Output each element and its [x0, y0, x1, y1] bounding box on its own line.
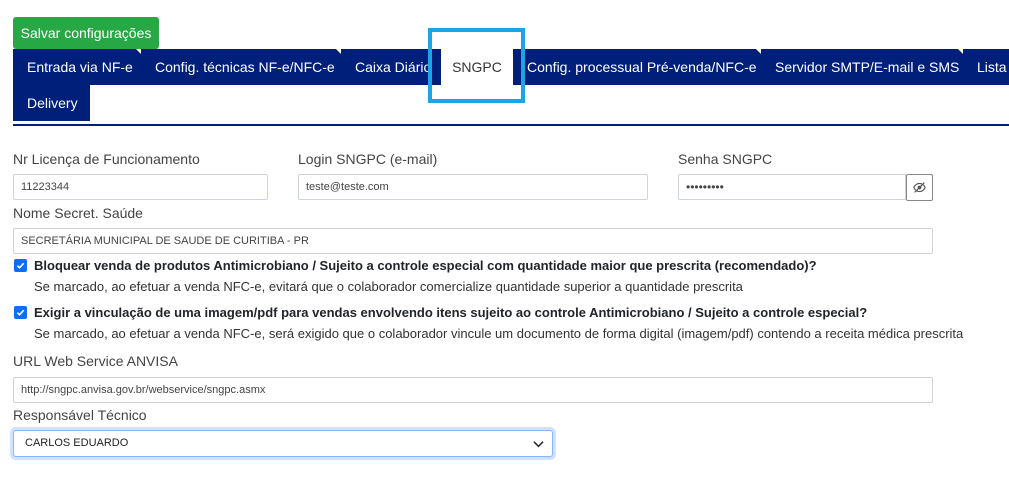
senha-label: Senha SNGPC: [678, 151, 773, 167]
check-icon: [16, 262, 25, 269]
exigir-imagem-description: Se marcado, ao efetuar a venda NFC-e, se…: [34, 326, 964, 341]
chevron-down-icon: [533, 441, 544, 448]
tabs-divider: [13, 124, 1009, 126]
bloquear-venda-description: Se marcado, ao efetuar a venda NFC-e, ev…: [34, 279, 743, 294]
login-input[interactable]: teste@teste.com: [298, 174, 648, 200]
check-icon: [16, 309, 25, 316]
exigir-imagem-title: Exigir a vinculação de uma imagem/pdf pa…: [34, 305, 868, 320]
secretaria-label: Nome Secret. Saúde: [13, 205, 143, 221]
tab-label: Config. técnicas NF-e/NFC-e: [155, 59, 335, 75]
bloquear-venda-title: Bloquear venda de produtos Antimicrobian…: [34, 258, 817, 273]
tab-label: Lista A: [977, 59, 1009, 75]
eye-slash-icon: [913, 182, 926, 193]
tab-config-tecnicas[interactable]: Config. técnicas NF-e/NFC-e: [141, 49, 341, 85]
licenca-label: Nr Licença de Funcionamento: [13, 151, 200, 167]
tab-lista[interactable]: Lista A: [963, 49, 1009, 85]
tab-caixa-diario[interactable]: Caixa Diário: [341, 49, 441, 85]
tab-label: Caixa Diário: [355, 59, 432, 75]
tab-label: Entrada via NF-e: [27, 59, 133, 75]
tab-label: Servidor SMTP/E-mail e SMS: [775, 59, 960, 75]
tab-servidor-smtp[interactable]: Servidor SMTP/E-mail e SMS: [761, 49, 963, 85]
login-label: Login SNGPC (e-mail): [298, 151, 438, 167]
tab-config-processual[interactable]: Config. processual Pré-venda/NFC-e: [513, 49, 761, 85]
url-label: URL Web Service ANVISA: [13, 353, 178, 369]
licenca-input[interactable]: 11223344: [13, 174, 268, 200]
tab-delivery[interactable]: Delivery: [13, 85, 90, 121]
bloquear-venda-checkbox[interactable]: [14, 259, 27, 272]
save-settings-button[interactable]: Salvar configurações: [13, 17, 159, 49]
tab-entrada-nfe[interactable]: Entrada via NF-e: [13, 49, 141, 85]
toggle-password-button[interactable]: [906, 174, 933, 201]
url-input[interactable]: http://sngpc.anvisa.gov.br/webservice/sn…: [13, 377, 933, 403]
responsavel-select[interactable]: CARLOS EDUARDO: [13, 430, 553, 457]
secretaria-input[interactable]: SECRETÁRIA MUNICIPAL DE SAUDE DE CURITIB…: [13, 228, 933, 254]
tab-label: Config. processual Pré-venda/NFC-e: [527, 59, 757, 75]
tab-sngpc[interactable]: SNGPC: [441, 49, 513, 85]
exigir-imagem-checkbox[interactable]: [14, 306, 27, 319]
senha-input[interactable]: •••••••••: [678, 174, 906, 200]
tab-label: Delivery: [27, 95, 78, 111]
responsavel-label: Responsável Técnico: [13, 407, 147, 423]
responsavel-selected-value: CARLOS EDUARDO: [25, 437, 129, 449]
